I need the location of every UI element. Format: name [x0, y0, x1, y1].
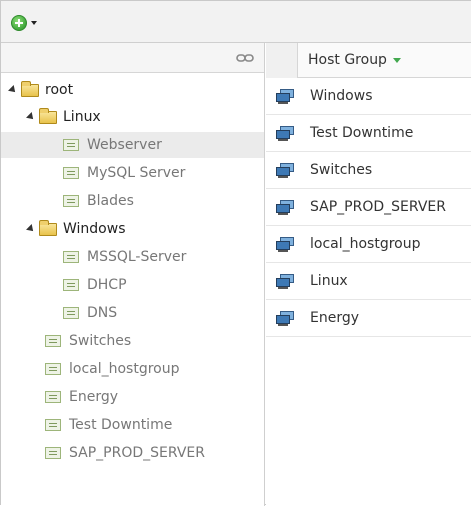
tree-item-dhcp[interactable]: DHCP	[1, 272, 264, 298]
list-item[interactable]: Energy	[266, 300, 471, 337]
host-group-icon	[276, 311, 294, 326]
list-header: Host Group	[266, 42, 471, 78]
tree-panel: root Linux Webserver MySQL Server Blades…	[1, 43, 265, 506]
tree-item-root[interactable]: root	[1, 77, 264, 103]
list-item-label: Linux	[310, 273, 348, 289]
column-header-label: Host Group	[308, 52, 387, 68]
tree-item-label: SAP_PROD_SERVER	[69, 445, 205, 461]
tree-item-label: Switches	[69, 333, 132, 349]
tree-item-blades[interactable]: Blades	[1, 188, 264, 214]
tree-item-label: Windows	[63, 221, 126, 237]
tree-item-label: Test Downtime	[69, 417, 173, 433]
select-all-cell[interactable]	[266, 42, 298, 78]
host-group-icon	[276, 237, 294, 252]
host-group-icon	[45, 419, 61, 431]
folder-icon	[39, 219, 57, 236]
list-item[interactable]: local_hostgroup	[266, 226, 471, 263]
top-toolbar	[1, 1, 471, 43]
list-item-label: local_hostgroup	[310, 236, 421, 252]
host-group-icon	[45, 335, 61, 347]
host-group-icon	[63, 195, 79, 207]
folder-icon	[21, 80, 39, 97]
list-item[interactable]: Windows	[266, 78, 471, 115]
host-group-list-panel: Host Group Windows Test Downtime Switche…	[266, 42, 471, 506]
host-group-icon	[276, 274, 294, 289]
expand-triangle-icon[interactable]	[8, 85, 18, 95]
expand-triangle-icon[interactable]	[26, 112, 36, 122]
list-item[interactable]: SAP_PROD_SERVER	[266, 189, 471, 226]
list-item-label: Test Downtime	[310, 125, 414, 141]
add-circle-icon	[11, 15, 27, 31]
tree-item-linux[interactable]: Linux	[1, 104, 264, 130]
tree-item-label: local_hostgroup	[69, 361, 180, 377]
column-header-host-group[interactable]: Host Group	[308, 52, 401, 68]
tree-item-energy[interactable]: Energy	[1, 384, 264, 410]
list-item[interactable]: Linux	[266, 263, 471, 300]
tree-item-label: Linux	[63, 109, 101, 125]
host-group-icon	[45, 447, 61, 459]
sort-desc-icon[interactable]	[392, 57, 401, 63]
tree-item-webserver[interactable]: Webserver	[1, 132, 264, 158]
list-item-label: Windows	[310, 88, 373, 104]
tree-item-test-downtime[interactable]: Test Downtime	[1, 412, 264, 438]
tree-panel-header	[1, 43, 264, 73]
tree-item-sap-prod-server[interactable]: SAP_PROD_SERVER	[1, 440, 264, 466]
list-item[interactable]: Switches	[266, 152, 471, 189]
list-item-label: Energy	[310, 310, 360, 326]
tree-item-label: MSSQL-Server	[87, 249, 187, 265]
add-menu-button[interactable]	[11, 13, 45, 33]
list-item[interactable]: Test Downtime	[266, 115, 471, 152]
host-group-icon	[63, 251, 79, 263]
host-group-icon	[63, 279, 79, 291]
caret-down-icon	[31, 21, 37, 25]
folder-icon	[39, 107, 57, 124]
list-item-label: SAP_PROD_SERVER	[310, 199, 446, 215]
tree-item-label: DNS	[87, 305, 118, 321]
tree-item-label: DHCP	[87, 277, 127, 293]
tree-item-switches[interactable]: Switches	[1, 328, 264, 354]
tree-item-dns[interactable]: DNS	[1, 300, 264, 326]
tree-item-mysql-server[interactable]: MySQL Server	[1, 160, 264, 186]
host-group-manager: root Linux Webserver MySQL Server Blades…	[0, 0, 471, 506]
tree-item-local-hostgroup[interactable]: local_hostgroup	[1, 356, 264, 382]
tree-item-mssql-server[interactable]: MSSQL-Server	[1, 244, 264, 270]
tree-item-label: Blades	[87, 193, 134, 209]
tree-item-label: Energy	[69, 389, 119, 405]
host-group-icon	[276, 163, 294, 178]
host-group-icon	[45, 391, 61, 403]
link-icon[interactable]	[236, 53, 254, 63]
host-group-icon	[276, 126, 294, 141]
tree-item-windows[interactable]: Windows	[1, 216, 264, 242]
host-group-icon	[63, 167, 79, 179]
host-group-icon	[45, 363, 61, 375]
tree-item-label: root	[45, 82, 74, 98]
tree-item-label: Webserver	[87, 137, 162, 153]
host-group-icon	[276, 89, 294, 104]
host-group-icon	[63, 307, 79, 319]
tree-item-label: MySQL Server	[87, 165, 186, 181]
list-item-label: Switches	[310, 162, 373, 178]
host-group-icon	[276, 200, 294, 215]
host-group-icon	[63, 139, 79, 151]
expand-triangle-icon[interactable]	[26, 224, 36, 234]
